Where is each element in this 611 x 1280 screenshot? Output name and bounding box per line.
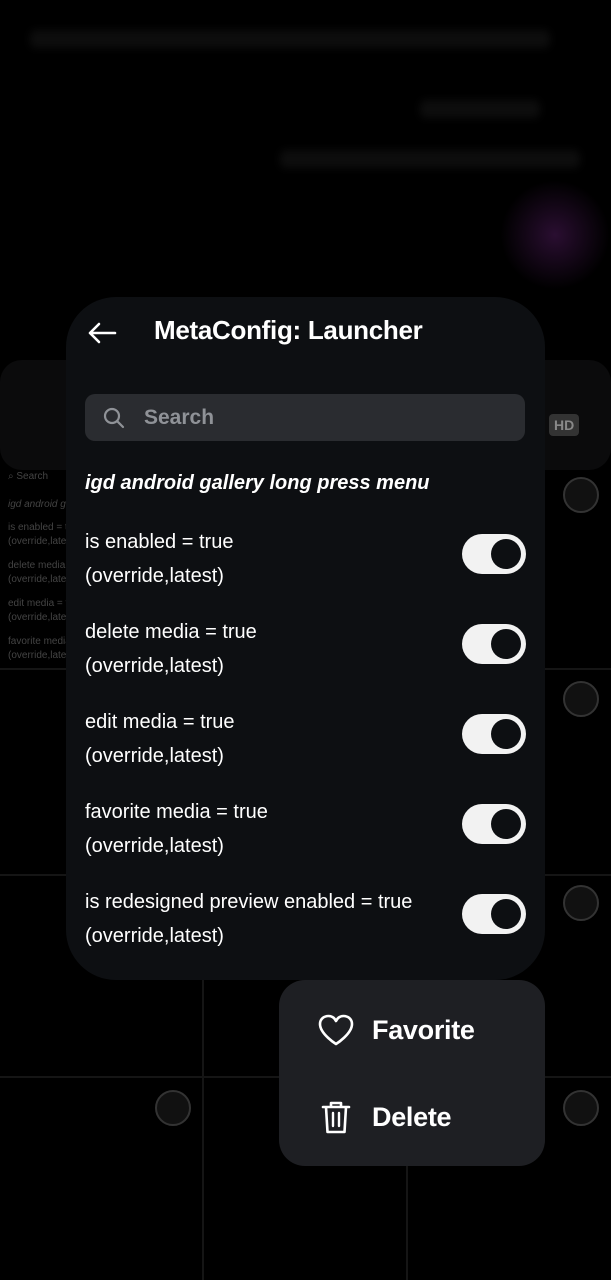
- config-text: is enabled = true (override,latest): [85, 525, 233, 593]
- select-circle: [563, 885, 599, 921]
- config-source: (override,latest): [85, 835, 224, 857]
- search-input[interactable]: [142, 404, 525, 431]
- long-press-context-menu: Favorite Delete: [279, 980, 545, 1166]
- arrow-left-icon: [88, 322, 117, 344]
- config-toggle[interactable]: [462, 804, 526, 844]
- config-row: delete media = true (override,latest): [85, 615, 526, 685]
- select-circle: [155, 1090, 191, 1126]
- config-source: (override,latest): [85, 745, 224, 767]
- favorite-label: Favorite: [372, 1014, 475, 1045]
- select-circle: [563, 681, 599, 717]
- config-toggle[interactable]: [462, 714, 526, 754]
- background-mini-line: edit media = tr: [8, 598, 72, 609]
- background-mini-line: delete media =: [8, 560, 74, 571]
- hd-badge: HD: [549, 414, 580, 436]
- config-toggle[interactable]: [462, 894, 526, 934]
- config-toggle[interactable]: [462, 624, 526, 664]
- toggle-knob: [491, 629, 521, 659]
- config-source: (override,latest): [85, 925, 224, 947]
- config-name: is enabled = true: [85, 531, 234, 553]
- background-mini-line: (override,late: [8, 536, 67, 547]
- background-mini-line: (override,late: [8, 612, 67, 623]
- favorite-menu-item[interactable]: Favorite: [279, 990, 545, 1070]
- toggle-knob: [491, 719, 521, 749]
- background-blur-bar: [420, 100, 540, 118]
- delete-menu-item[interactable]: Delete: [279, 1077, 545, 1157]
- background-glow: [500, 180, 610, 290]
- config-text: delete media = true (override,latest): [85, 615, 257, 683]
- toggle-knob: [491, 809, 521, 839]
- config-text: favorite media = true (override,latest): [85, 795, 268, 863]
- config-row: edit media = true (override,latest): [85, 705, 526, 775]
- config-name: edit media = true: [85, 711, 235, 733]
- config-text: edit media = true (override,latest): [85, 705, 235, 773]
- background-mini-search: ⌕ Search: [8, 471, 49, 482]
- dialog-header: MetaConfig: Launcher: [66, 297, 545, 367]
- search-field[interactable]: [85, 394, 525, 441]
- background-mini-line: (override,late: [8, 650, 67, 661]
- config-source: (override,latest): [85, 655, 224, 677]
- grid-divider: [202, 980, 204, 1280]
- dialog-title: MetaConfig: Launcher: [154, 315, 423, 345]
- search-icon: [102, 406, 126, 430]
- config-name: is redesigned preview enabled = true: [85, 891, 413, 913]
- trash-icon: [315, 1096, 357, 1138]
- select-circle: [563, 1090, 599, 1126]
- delete-label: Delete: [372, 1101, 452, 1132]
- metaconfig-dialog: MetaConfig: Launcher igd android gallery…: [66, 297, 545, 980]
- background-mini-line: favorite media: [8, 636, 71, 647]
- background-mini-line: is enabled = tr: [8, 522, 72, 533]
- toggle-knob: [491, 539, 521, 569]
- config-name: favorite media = true: [85, 801, 268, 823]
- heart-icon: [315, 1009, 357, 1051]
- toggle-knob: [491, 899, 521, 929]
- background-blur-bar: [30, 30, 550, 48]
- config-row: favorite media = true (override,latest): [85, 795, 526, 865]
- back-button[interactable]: [82, 313, 122, 353]
- config-row: is enabled = true (override,latest): [85, 525, 526, 595]
- select-circle: [563, 477, 599, 513]
- config-text: is redesigned preview enabled = true (ove…: [85, 885, 412, 953]
- config-toggle[interactable]: [462, 534, 526, 574]
- section-title: igd android gallery long press menu: [85, 472, 430, 494]
- background-mini-line: (override,late: [8, 574, 67, 585]
- config-source: (override,latest): [85, 565, 224, 587]
- background-mini-line: igd android ga: [8, 499, 72, 510]
- background-blur-bar: [280, 150, 580, 168]
- config-row: is redesigned preview enabled = true (ove…: [85, 885, 526, 955]
- config-name: delete media = true: [85, 621, 257, 643]
